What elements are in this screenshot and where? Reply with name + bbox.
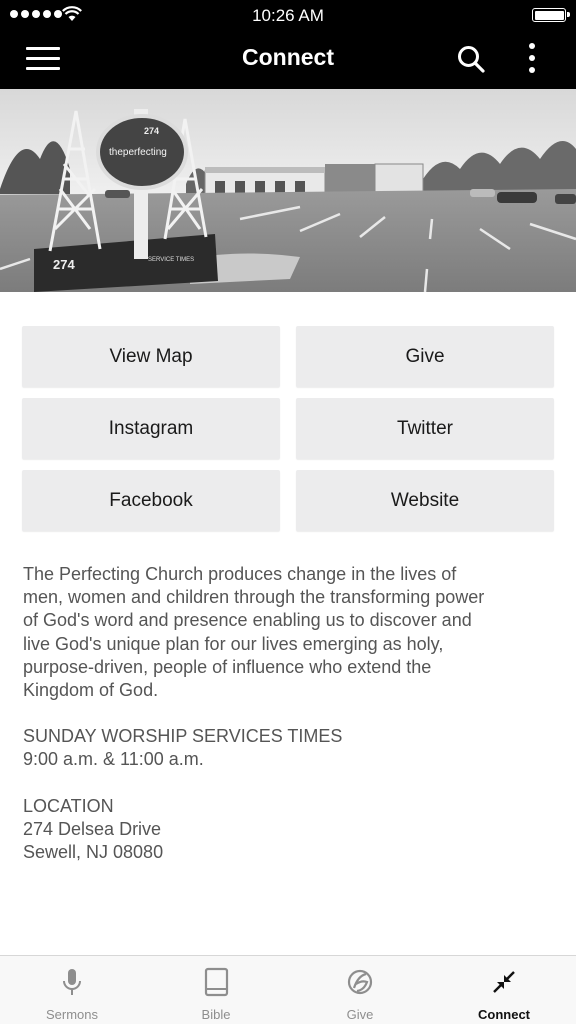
location-street: 274 Delsea Drive	[23, 818, 162, 839]
sign-top-number: 274	[144, 126, 159, 136]
service-times-value: 9:00 a.m. & 11:00 a.m.	[23, 749, 204, 770]
tab-give[interactable]: Give	[288, 956, 432, 1024]
location-heading: LOCATION	[23, 795, 114, 816]
tab-bar: Sermons Bible Give Connect	[0, 955, 576, 1024]
tab-label: Give	[346, 1007, 374, 1022]
give-button[interactable]: Give	[296, 326, 554, 387]
sign-logo-text: theperfecting	[109, 147, 167, 158]
tab-connect[interactable]: Connect	[432, 956, 576, 1024]
church-info: The Perfecting Church produces change in…	[23, 563, 559, 887]
sign-base-number: 274	[53, 257, 75, 272]
give-icon	[347, 969, 373, 995]
tab-sermons[interactable]: Sermons	[0, 956, 144, 1024]
more-vertical-icon	[529, 43, 535, 49]
page-title: Connect	[242, 44, 334, 70]
microphone-icon	[63, 969, 81, 995]
search-icon[interactable]	[456, 44, 486, 74]
collapse-arrows-icon	[493, 971, 515, 993]
facebook-button[interactable]: Facebook	[22, 470, 280, 531]
battery-icon	[532, 8, 570, 22]
more-options-button[interactable]	[520, 43, 544, 77]
instagram-button[interactable]: Instagram	[22, 398, 280, 459]
website-button[interactable]: Website	[296, 470, 554, 531]
view-map-button[interactable]: View Map	[22, 326, 280, 387]
tab-label: Bible	[201, 1007, 231, 1022]
tab-bible[interactable]: Bible	[144, 956, 288, 1024]
church-photo: 274 SERVICE TIMES 274 theperfecting	[0, 89, 576, 292]
status-time: 10:26 AM	[252, 6, 324, 25]
location-section: LOCATION 274 Delsea Drive Sewell, NJ 080…	[23, 795, 559, 865]
twitter-button[interactable]: Twitter	[296, 398, 554, 459]
service-times-heading: SUNDAY WORSHIP SERVICES TIMES	[23, 726, 343, 747]
book-icon	[204, 967, 229, 997]
sign-service-text: SERVICE TIMES	[148, 257, 194, 263]
location-city: Sewell, NJ 08080	[23, 842, 164, 863]
church-description: The Perfecting Church produces change in…	[23, 564, 485, 701]
service-times-section: SUNDAY WORSHIP SERVICES TIMES 9:00 a.m. …	[23, 725, 559, 771]
tab-label: Connect	[478, 1007, 530, 1022]
tab-label: Sermons	[45, 1007, 99, 1022]
status-bar: 10:26 AM	[0, 0, 576, 30]
nav-bar: Connect	[0, 30, 576, 89]
